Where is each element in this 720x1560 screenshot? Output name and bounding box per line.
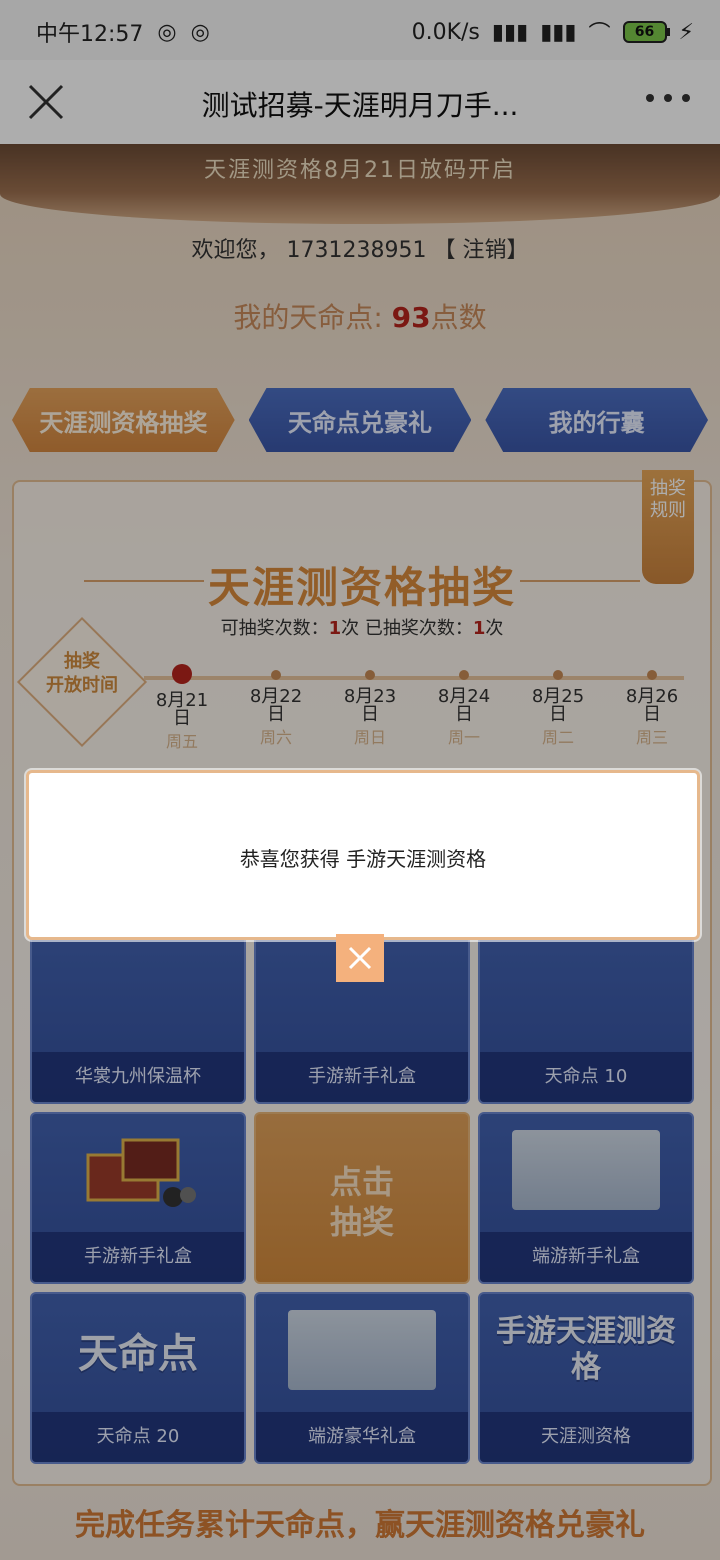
result-modal: 恭喜您获得 手游天涯测资格 — [26, 770, 700, 940]
close-icon — [348, 946, 372, 970]
modal-close-button[interactable] — [336, 934, 384, 982]
modal-message: 恭喜您获得 手游天涯测资格 — [239, 847, 487, 871]
